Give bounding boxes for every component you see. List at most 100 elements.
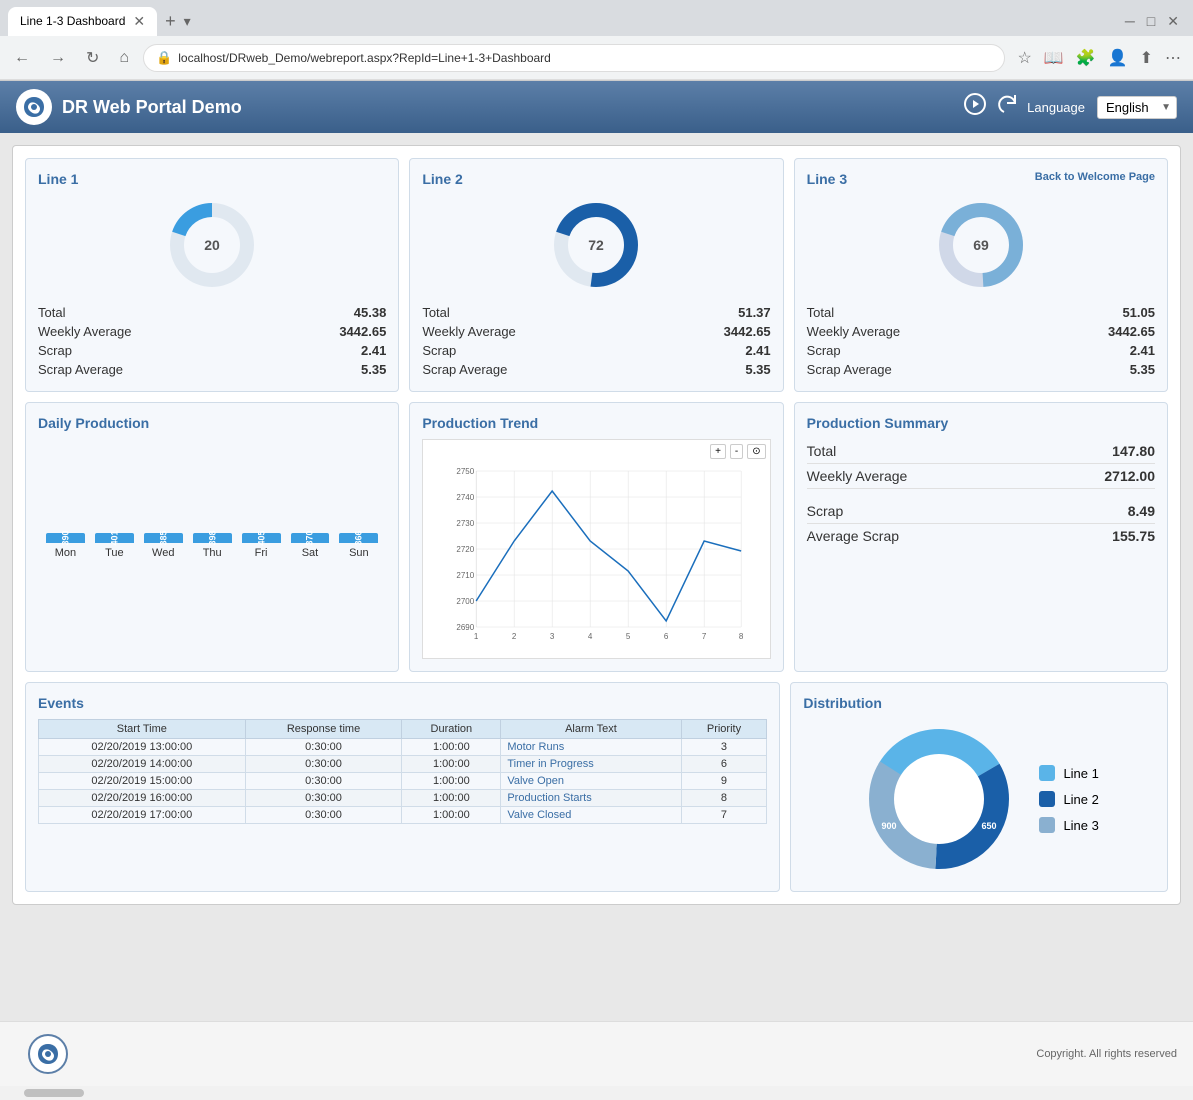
minimize-button[interactable]: ─ <box>1119 9 1141 33</box>
line2-weekly-row: Weekly Average 3442.65 <box>422 322 770 341</box>
app-title: DR Web Portal Demo <box>62 97 963 118</box>
address-bar[interactable]: 🔒 localhost/DRweb_Demo/webreport.aspx?Re… <box>143 44 1005 72</box>
more-options-button[interactable]: ⋯ <box>1161 44 1185 72</box>
zoom-out-button[interactable]: - <box>730 444 743 459</box>
table-cell-priority: 3 <box>681 739 767 756</box>
legend-label: Line 3 <box>1063 818 1098 833</box>
bookmark-star-button[interactable]: ☆ <box>1013 44 1035 72</box>
production-summary-title: Production Summary <box>807 415 1155 431</box>
table-cell-response: 0:30:00 <box>245 773 402 790</box>
legend-color-dot <box>1039 791 1055 807</box>
bar-chart: 390Mon401Tue385Wed398Thu405Fri370Sat366S… <box>42 439 382 559</box>
footer: Copyright. All rights reserved <box>0 1021 1193 1086</box>
extensions-button[interactable]: 🧩 <box>1072 44 1100 72</box>
scroll-thumb[interactable] <box>24 1089 84 1097</box>
line3-weekly-value: 3442.65 <box>1108 324 1155 339</box>
svg-text:2700: 2700 <box>457 597 475 606</box>
svg-text:1: 1 <box>474 632 479 641</box>
horizontal-scrollbar[interactable] <box>0 1086 1193 1100</box>
line3-scrap-label: Scrap <box>807 343 841 358</box>
browser-tabs: Line 1-3 Dashboard ✕ + ▾ ─ □ ✕ <box>0 0 1193 36</box>
bar-label: Sat <box>302 547 319 559</box>
back-button[interactable]: ← <box>8 45 36 71</box>
summary-scrap-avg-row: Average Scrap 155.75 <box>807 524 1155 548</box>
line2-scrap-avg-value: 5.35 <box>745 362 770 377</box>
forward-button[interactable]: → <box>44 45 72 71</box>
summary-scrap-label: Scrap <box>807 503 844 519</box>
distribution-title: Distribution <box>803 695 1155 711</box>
browser-chrome: Line 1-3 Dashboard ✕ + ▾ ─ □ ✕ ← → ↻ ⌂ 🔒… <box>0 0 1193 81</box>
line2-scrap-value: 2.41 <box>745 343 770 358</box>
zoom-reset-button[interactable]: ⊙ <box>747 444 765 459</box>
line2-donut-container: 72 <box>422 195 770 295</box>
line1-scrap-avg-value: 5.35 <box>361 362 386 377</box>
bar-group: 390Mon <box>46 533 85 559</box>
reading-list-button[interactable]: 📖 <box>1040 44 1068 72</box>
tab-close-btn[interactable]: ✕ <box>133 13 145 30</box>
table-row: 02/20/2019 14:00:000:30:001:00:00Timer i… <box>39 756 767 773</box>
zoom-in-button[interactable]: + <box>710 444 726 459</box>
bar: 398 <box>193 533 232 543</box>
line3-weekly-label: Weekly Average <box>807 324 900 339</box>
tab-menu-button[interactable]: ▾ <box>184 13 191 30</box>
legend-color-dot <box>1039 817 1055 833</box>
share-button[interactable]: ⬆ <box>1136 44 1157 72</box>
bar-group: 366Sun <box>339 533 378 559</box>
bar-value: 405 <box>256 530 266 545</box>
legend-label: Line 2 <box>1063 792 1098 807</box>
legend-item: Line 1 <box>1039 765 1098 781</box>
table-row: 02/20/2019 17:00:000:30:001:00:00Valve C… <box>39 807 767 824</box>
chart-controls: + - ⊙ <box>427 444 765 459</box>
url-text: localhost/DRweb_Demo/webreport.aspx?RepI… <box>178 51 551 65</box>
table-cell-alarm: Production Starts <box>501 790 681 807</box>
line2-total-row: Total 51.37 <box>422 303 770 322</box>
top-row: Line 1 20 Total 45.38 Weekly Average 344… <box>25 158 1168 392</box>
play-button[interactable] <box>963 92 987 122</box>
line3-scrap-value: 2.41 <box>1130 343 1155 358</box>
line1-scrap-avg-row: Scrap Average 5.35 <box>38 360 386 379</box>
mid-row: Daily Production 390Mon401Tue385Wed398Th… <box>25 402 1168 672</box>
bar: 366 <box>339 533 378 543</box>
back-link[interactable]: Back to Welcome Page <box>1035 171 1155 183</box>
svg-text:8: 8 <box>739 632 744 641</box>
table-cell-alarm: Valve Closed <box>501 807 681 824</box>
table-row: 02/20/2019 13:00:000:30:001:00:00Motor R… <box>39 739 767 756</box>
line3-donut-container: 69 <box>807 195 1155 295</box>
close-window-button[interactable]: ✕ <box>1161 9 1185 34</box>
line-chart-container: + - ⊙ <box>422 439 770 659</box>
main-content: Line 1 20 Total 45.38 Weekly Average 344… <box>0 133 1193 1021</box>
bar-value: 385 <box>158 530 168 545</box>
svg-text:5: 5 <box>626 632 631 641</box>
dashboard-container: Line 1 20 Total 45.38 Weekly Average 344… <box>12 145 1181 905</box>
line1-scrap-label: Scrap <box>38 343 72 358</box>
line3-total-value: 51.05 <box>1122 305 1155 320</box>
line1-weekly-row: Weekly Average 3442.65 <box>38 322 386 341</box>
language-wrapper[interactable]: English German French Spanish <box>1097 96 1177 119</box>
active-tab: Line 1-3 Dashboard ✕ <box>8 7 157 36</box>
line1-total-label: Total <box>38 305 65 320</box>
summary-total-row: Total 147.80 <box>807 439 1155 464</box>
summary-stats: Total 147.80 Weekly Average 2712.00 Scra… <box>807 439 1155 548</box>
table-cell-priority: 7 <box>681 807 767 824</box>
table-row: 02/20/2019 15:00:000:30:001:00:00Valve O… <box>39 773 767 790</box>
svg-text:2730: 2730 <box>457 519 475 528</box>
line2-scrap-avg-row: Scrap Average 5.35 <box>422 360 770 379</box>
bar-label: Mon <box>55 547 76 559</box>
maximize-button[interactable]: □ <box>1141 9 1161 33</box>
line3-scrap-avg-label: Scrap Average <box>807 362 892 377</box>
profile-button[interactable]: 👤 <box>1104 44 1132 72</box>
svg-text:3: 3 <box>550 632 555 641</box>
home-button[interactable]: ⌂ <box>113 45 135 71</box>
events-table-header: Start Time Response time Duration Alarm … <box>39 720 767 739</box>
line1-donut-container: 20 <box>38 195 386 295</box>
refresh-button[interactable] <box>995 92 1019 122</box>
svg-text:7: 7 <box>702 632 707 641</box>
table-cell-duration: 1:00:00 <box>402 790 501 807</box>
reload-button[interactable]: ↻ <box>80 44 105 72</box>
table-cell-priority: 8 <box>681 790 767 807</box>
language-select[interactable]: English German French Spanish <box>1097 96 1177 119</box>
events-title: Events <box>38 695 767 711</box>
table-cell-duration: 1:00:00 <box>402 739 501 756</box>
new-tab-button[interactable]: + <box>157 11 184 32</box>
line3-total-row: Total 51.05 <box>807 303 1155 322</box>
